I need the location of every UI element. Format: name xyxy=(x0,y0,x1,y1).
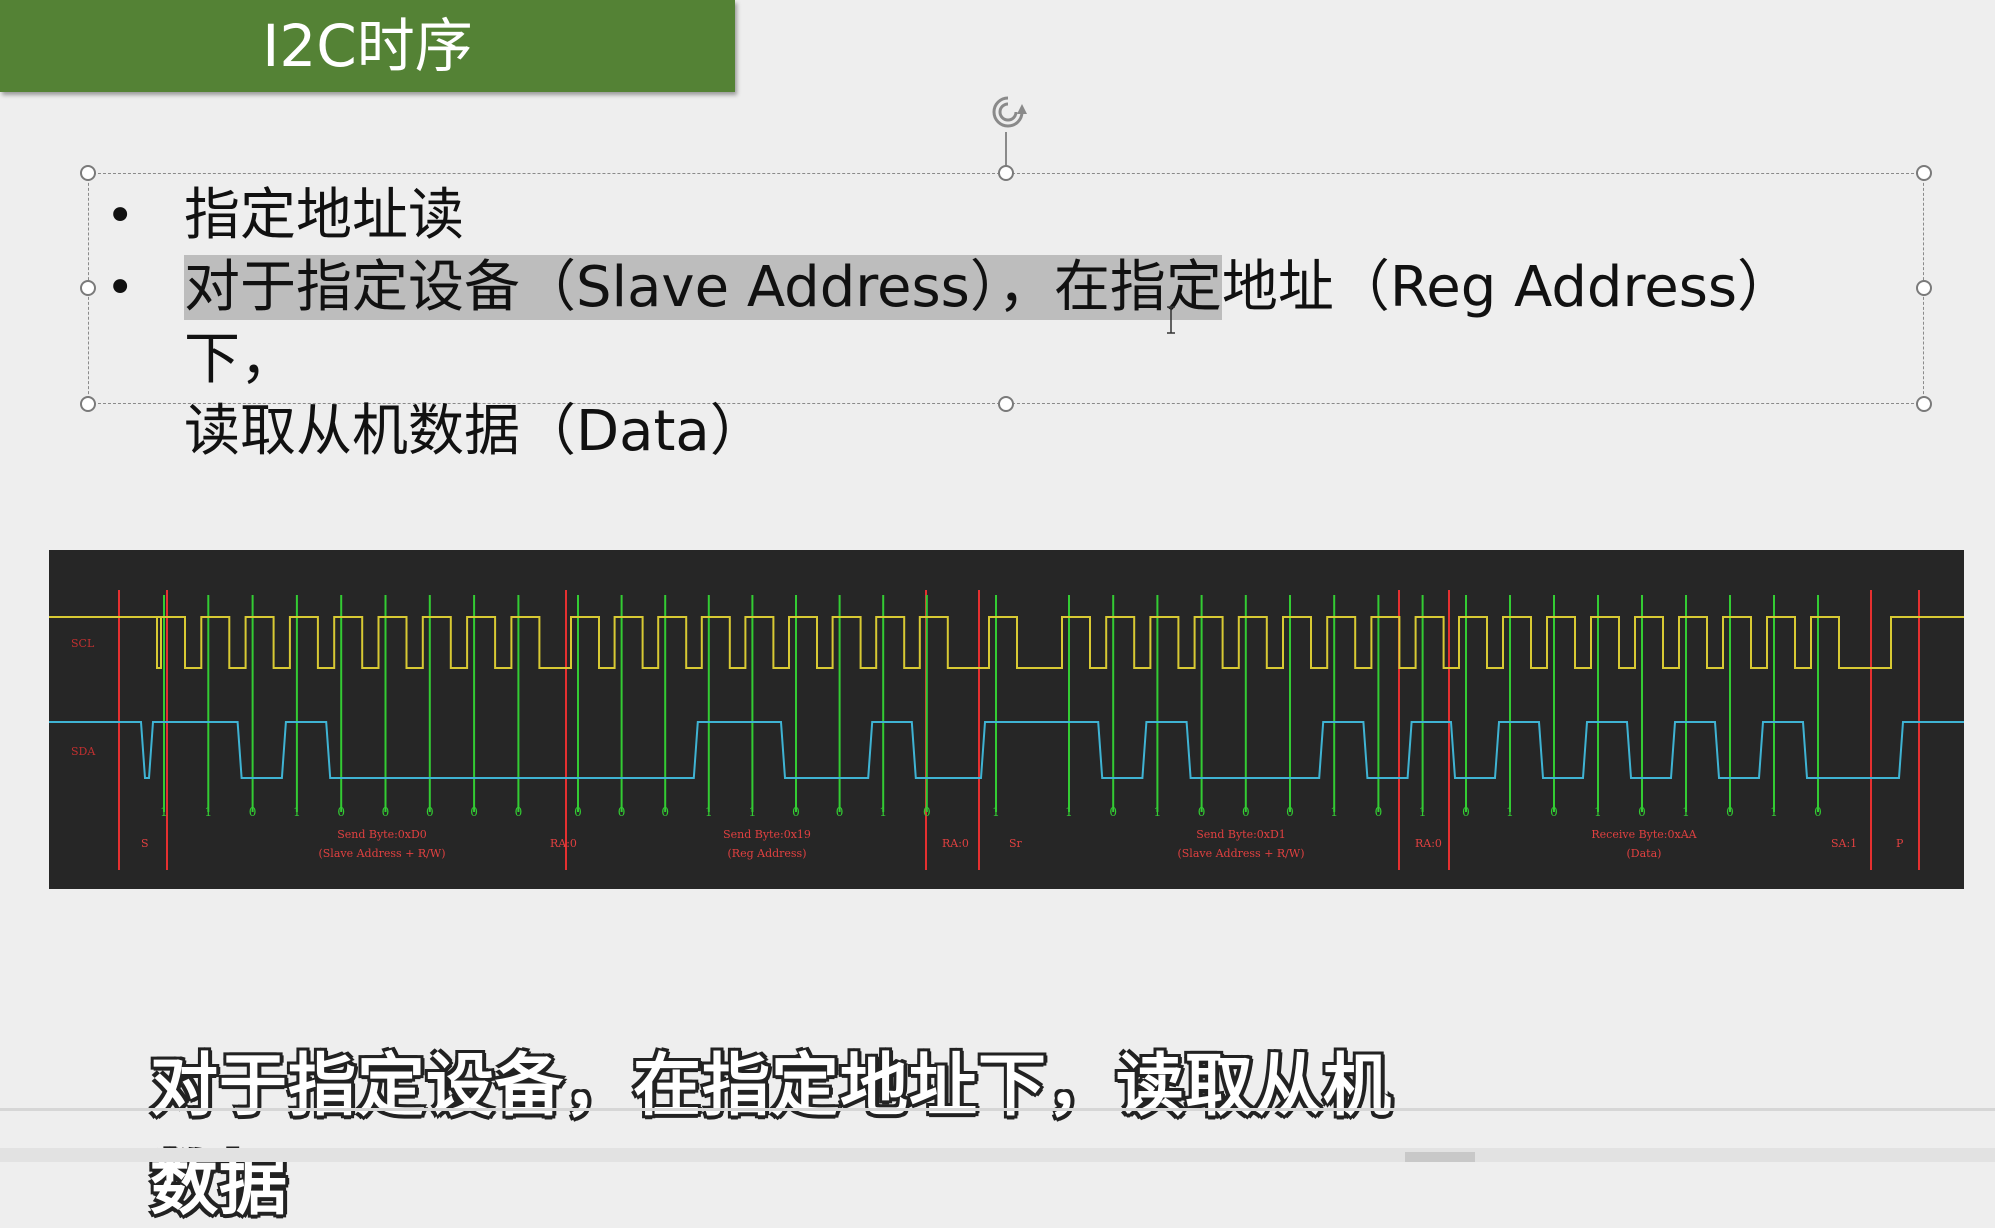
bit-value: 0 xyxy=(1109,805,1117,819)
recv-label-b: (Data) xyxy=(1627,847,1662,860)
video-subtitle: 对于指定设备，在指定地址下，读取从机数据 xyxy=(150,1047,1393,1225)
selected-text: 对于指定设备（Slave Address），在指定 xyxy=(184,255,1222,320)
bit-value: 1 xyxy=(1330,805,1338,819)
bullet-icon: • xyxy=(106,188,135,244)
sda-trace xyxy=(49,721,1964,779)
bullet-item-1: • 指定地址读 xyxy=(100,180,1900,252)
ack3-label: RA:0 xyxy=(1415,837,1442,850)
send2-label-a: Send Byte:0x19 xyxy=(723,828,811,841)
bit-value: 0 xyxy=(1726,805,1734,819)
bit-value: 0 xyxy=(337,805,345,819)
bit-value: 0 xyxy=(1462,805,1470,819)
bit-value: 1 xyxy=(749,805,757,819)
slide-bottom-divider xyxy=(0,1108,1995,1111)
bit-value: 0 xyxy=(661,805,669,819)
bit-value: 0 xyxy=(1814,805,1822,819)
bullet-text-body[interactable]: • 指定地址读 • 对于指定设备（Slave Address），在指定地址（Re… xyxy=(100,180,1900,468)
bit-value: 1 xyxy=(1682,805,1690,819)
status-bar xyxy=(0,1148,1995,1162)
resize-handle-bl[interactable] xyxy=(80,396,96,412)
bit-value: 1 xyxy=(705,805,713,819)
send1-label-b: (Slave Address + R/W) xyxy=(318,847,445,860)
ack2-label: RA:0 xyxy=(942,837,969,850)
bullet-1-text: 指定地址读 xyxy=(184,183,464,248)
nack-label: SA:1 xyxy=(1831,837,1857,850)
bit-value: 0 xyxy=(574,805,582,819)
sda-channel-label: SDA xyxy=(71,745,96,758)
bullet-2-text-line2: 读取从机数据（Data） xyxy=(184,399,766,464)
bit-value: 0 xyxy=(1242,805,1250,819)
bit-value: 1 xyxy=(160,805,168,819)
bit-value: 1 xyxy=(1419,805,1427,819)
bit-value: 0 xyxy=(618,805,626,819)
bit-value: 1 xyxy=(1594,805,1602,819)
bullet-item-2: • 对于指定设备（Slave Address），在指定地址（Reg Addres… xyxy=(100,252,1900,468)
bit-value: 0 xyxy=(836,805,844,819)
logic-analyzer-waveform: SCL SDA 1 1 0 1 0 0 0 0 0 0 0 0 1 1 0 0 1 0 1 1 0 1 0 0 0 1 0 1 0 1 0 1… xyxy=(49,550,1964,889)
resize-handle-br[interactable] xyxy=(1916,396,1932,412)
rotate-handle-icon[interactable] xyxy=(987,92,1029,134)
recv-label-a: Receive Byte:0xAA xyxy=(1591,828,1697,841)
stop-label: P xyxy=(1896,837,1904,850)
bit-value: 0 xyxy=(1198,805,1206,819)
scl-channel-label: SCL xyxy=(71,637,95,650)
resize-handle-ml[interactable] xyxy=(80,280,96,296)
resize-handle-tl[interactable] xyxy=(80,165,96,181)
resize-handle-tr[interactable] xyxy=(1916,165,1932,181)
bit-value: 1 xyxy=(293,805,301,819)
bit-value: 0 xyxy=(426,805,434,819)
resize-handle-tc[interactable] xyxy=(998,165,1014,181)
restart-label: Sr xyxy=(1009,837,1023,850)
bit-value: 0 xyxy=(470,805,478,819)
bit-value: 0 xyxy=(249,805,257,819)
bit-value: 0 xyxy=(382,805,390,819)
bit-value: 0 xyxy=(792,805,800,819)
send1-label-a: Send Byte:0xD0 xyxy=(337,828,427,841)
slide-title[interactable]: I2C时序 xyxy=(0,0,735,92)
bit-value: 0 xyxy=(1375,805,1383,819)
bit-value: 1 xyxy=(204,805,212,819)
send3-label-a: Send Byte:0xD1 xyxy=(1196,828,1286,841)
send2-label-b: (Reg Address) xyxy=(728,847,807,860)
scl-trace xyxy=(49,616,1964,669)
bit-value: 0 xyxy=(1550,805,1558,819)
bit-value: 1 xyxy=(992,805,1000,819)
bit-value: 1 xyxy=(1065,805,1073,819)
start-label: S xyxy=(141,837,149,850)
bit-value: 1 xyxy=(1770,805,1778,819)
waveform-plot: SCL SDA 1 1 0 1 0 0 0 0 0 0 0 0 1 1 0 0 1 0 1 1 0 1 0 0 0 1 0 1 0 1 0 1… xyxy=(49,590,1964,870)
ack1-label: RA:0 xyxy=(550,837,577,850)
bit-value: 0 xyxy=(923,805,931,819)
text-cursor-icon xyxy=(1167,306,1175,334)
status-view-button[interactable] xyxy=(1405,1152,1475,1162)
bit-value: 0 xyxy=(1286,805,1294,819)
bit-value: 1 xyxy=(879,805,887,819)
resize-handle-mr[interactable] xyxy=(1916,280,1932,296)
bit-value: 1 xyxy=(1506,805,1514,819)
send3-label-b: (Slave Address + R/W) xyxy=(1177,847,1304,860)
bit-value: 0 xyxy=(515,805,523,819)
bullet-icon: • xyxy=(106,260,135,316)
bit-value: 0 xyxy=(1638,805,1646,819)
bit-value: 1 xyxy=(1154,805,1162,819)
